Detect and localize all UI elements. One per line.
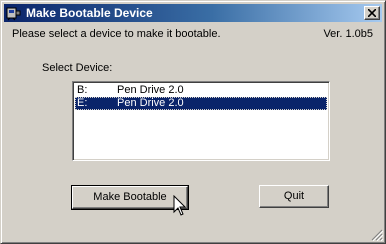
list-item-selected[interactable]: E: Pen Drive 2.0: [75, 97, 327, 110]
mouse-pointer-icon: [173, 195, 187, 216]
resize-grip-icon[interactable]: [371, 229, 383, 241]
close-icon: [368, 9, 376, 17]
usb-drive-icon: [6, 5, 22, 21]
dialog-window: Make Bootable Device Please select a dev…: [0, 0, 386, 244]
list-item[interactable]: B: Pen Drive 2.0: [75, 84, 327, 97]
window-title: Make Bootable Device: [26, 6, 153, 20]
version-label: Ver. 1.0b5: [323, 28, 373, 40]
drive-letter: E:: [77, 97, 88, 109]
instruction-text: Please select a device to make it bootab…: [12, 28, 221, 40]
make-bootable-button[interactable]: Make Bootable: [71, 185, 189, 210]
drive-letter: B:: [77, 84, 88, 96]
quit-button[interactable]: Quit: [259, 185, 329, 208]
title-bar[interactable]: Make Bootable Device: [4, 4, 382, 22]
drive-name: Pen Drive 2.0: [117, 97, 184, 109]
drive-name: Pen Drive 2.0: [117, 84, 184, 96]
select-device-label: Select Device:: [42, 62, 113, 74]
close-button[interactable]: [364, 6, 380, 20]
device-listbox[interactable]: B: Pen Drive 2.0 E: Pen Drive 2.0: [72, 81, 330, 161]
